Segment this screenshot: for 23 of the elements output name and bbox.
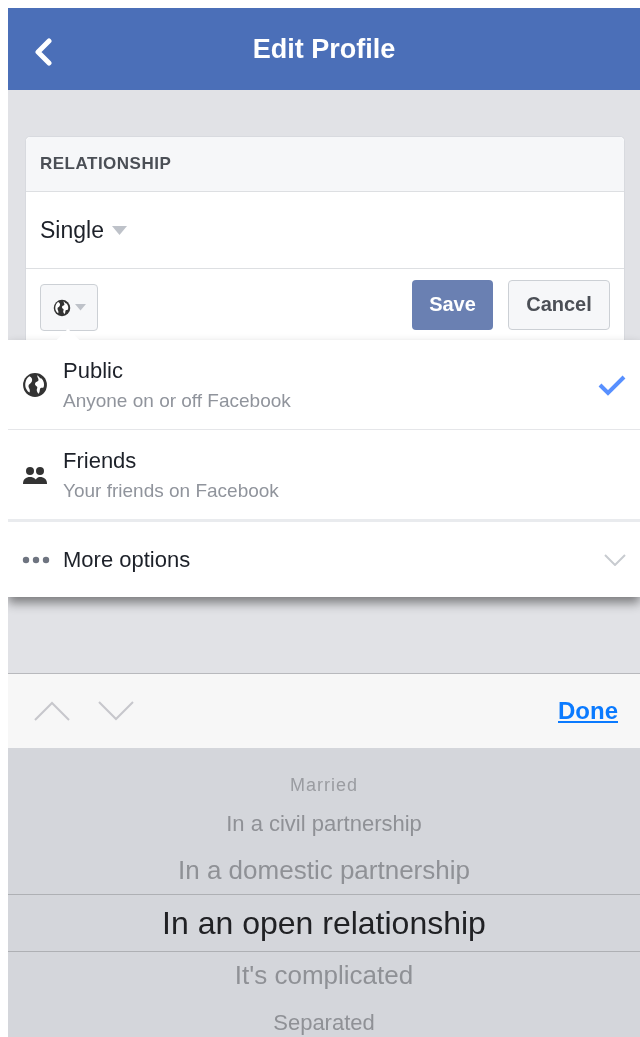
more-icon — [22, 555, 50, 564]
save-button[interactable]: Save — [412, 279, 493, 330]
header-title: Edit Profile — [252, 33, 396, 65]
globe-icon — [22, 371, 48, 398]
option-label[interactable]: More options — [63, 546, 604, 573]
option-label[interactable]: Friends — [63, 447, 626, 474]
relationship-value[interactable]: Single — [40, 216, 104, 244]
cancel-button[interactable]: Cancel — [508, 279, 610, 330]
picker-option[interactable]: In an open relationship — [8, 894, 640, 952]
check-icon — [598, 373, 626, 396]
back-icon[interactable] — [34, 38, 52, 66]
option-label[interactable]: Public — [63, 357, 598, 384]
audience-option[interactable]: Public Anyone on or off Facebook — [8, 340, 640, 430]
people-icon — [22, 464, 48, 485]
privacy-button[interactable] — [40, 284, 98, 331]
caret-icon — [74, 304, 86, 311]
option-description: Anyone on or off Facebook — [63, 389, 292, 412]
option-description: Your friends on Facebook — [63, 479, 280, 502]
audience-option[interactable]: Friends Your friends on Facebook — [8, 430, 640, 522]
globe-icon — [52, 298, 71, 317]
done-link[interactable]: Done — [558, 697, 618, 725]
caret-icon — [111, 225, 127, 235]
section-title: RELATIONSHIP — [40, 154, 172, 174]
